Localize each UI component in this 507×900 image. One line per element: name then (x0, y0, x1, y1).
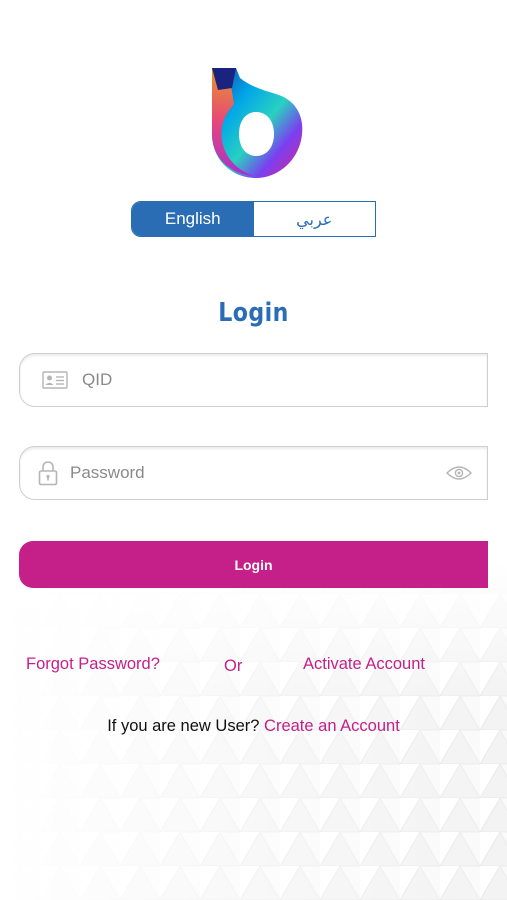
login-button[interactable]: Login (19, 541, 488, 588)
activate-account-link[interactable]: Activate Account (303, 655, 425, 674)
page-title: Login (218, 298, 289, 328)
or-separator: Or (224, 657, 243, 675)
qid-input[interactable] (80, 353, 487, 407)
eye-icon[interactable] (437, 465, 481, 481)
language-toggle: English عربي (131, 201, 376, 237)
new-user-prompt: If you are new User? Create an Account (0, 717, 507, 736)
id-card-icon (30, 371, 80, 389)
password-input[interactable] (68, 446, 437, 500)
language-option-english[interactable]: English (132, 202, 254, 236)
lock-icon (28, 460, 68, 486)
new-user-text: If you are new User? (107, 717, 260, 735)
app-logo (212, 68, 303, 178)
forgot-password-link[interactable]: Forgot Password? (26, 655, 160, 674)
create-account-link[interactable]: Create an Account (264, 717, 400, 735)
language-option-arabic[interactable]: عربي (253, 202, 375, 236)
password-field[interactable] (19, 446, 488, 500)
qid-field[interactable] (19, 353, 488, 407)
